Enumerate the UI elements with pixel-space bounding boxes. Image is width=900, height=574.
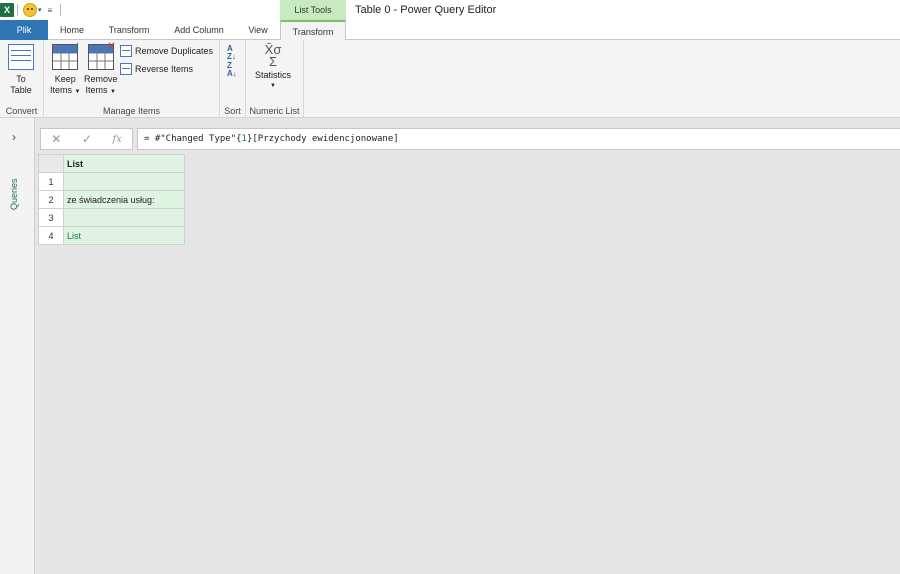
formula-suffix: }[Przychody ewidencjonowane]: [246, 134, 399, 144]
group-manage-items: ✓ Keep Items ▼ ✕ Remove Items ▼ Remove D…: [44, 40, 220, 118]
keep-items-button[interactable]: ✓ Keep Items ▼: [50, 41, 81, 98]
group-label-sort: Sort: [224, 106, 241, 116]
ribbon-tabs: Plik Home Transform Add Column View Tran…: [0, 20, 900, 41]
customize-qat-icon[interactable]: ≡: [48, 6, 53, 15]
tab-list-transform[interactable]: Transform: [280, 20, 346, 41]
row-number: 4: [38, 226, 64, 245]
table-row: 3: [38, 208, 185, 227]
group-label-numeric-list: Numeric List: [249, 106, 300, 116]
reverse-items-label: Reverse Items: [135, 64, 194, 74]
remove-items-icon: ✕: [87, 41, 116, 70]
reverse-items-button[interactable]: Reverse Items: [120, 63, 193, 75]
table-cell-list-link[interactable]: List: [63, 226, 185, 245]
tab-file[interactable]: Plik: [0, 20, 48, 40]
remove-items-label-1: Remove: [84, 74, 118, 84]
list-tools-context-header: List Tools: [280, 0, 346, 20]
statistics-button[interactable]: X̄σ Σ Statistics ▼: [255, 42, 292, 92]
chevron-down-icon: ▼: [270, 83, 276, 89]
corner-cell[interactable]: [38, 154, 64, 173]
formula-prefix: = #"Changed Type"{: [144, 134, 242, 144]
window-title: Table 0 - Power Query Editor: [355, 4, 497, 16]
keep-items-icon: ✓: [52, 41, 80, 70]
qat-separator: [60, 4, 62, 16]
remove-items-label-2: Items ▼: [85, 85, 116, 95]
title-bar: X ▾ ≡ List Tools Table 0 - Power Query E…: [0, 0, 900, 20]
row-number: 2: [38, 190, 64, 209]
formula-input[interactable]: = #"Changed Type"{1}[Przychody ewidencjo…: [137, 128, 900, 150]
remove-items-button[interactable]: ✕ Remove Items ▼: [84, 41, 118, 98]
table-cell[interactable]: [63, 172, 185, 191]
row-number: 3: [38, 208, 64, 227]
to-table-button[interactable]: To Table: [8, 44, 34, 96]
tab-transform[interactable]: Transform: [100, 20, 158, 40]
table-row: 1: [38, 172, 185, 191]
table-row: 2 ze świadczenia usług:: [38, 190, 185, 209]
column-header-list[interactable]: List: [63, 154, 185, 173]
keep-items-label-2: Items ▼: [50, 85, 81, 95]
chevron-down-icon: ▼: [74, 89, 81, 95]
grid-header-row: List: [38, 154, 185, 173]
table-cell[interactable]: [63, 208, 185, 227]
remove-duplicates-label: Remove Duplicates: [135, 46, 214, 56]
queries-pane-label[interactable]: Queries: [9, 166, 19, 222]
qat-separator: [17, 4, 18, 16]
table-cell[interactable]: ze świadczenia usług:: [63, 190, 185, 209]
row-number: 1: [38, 172, 64, 191]
remove-duplicates-button[interactable]: Remove Duplicates: [120, 45, 213, 57]
to-table-label-1: To: [16, 74, 26, 84]
formula-bar-buttons: ✕ ✓ fx: [40, 128, 133, 150]
ribbon: To Table Convert ✓ Keep Items ▼ ✕ Remove…: [0, 40, 900, 118]
to-table-label-2: Table: [10, 85, 32, 95]
chevron-down-icon[interactable]: ▾: [38, 6, 42, 14]
sort-ascending-icon[interactable]: A Z↓: [227, 45, 239, 61]
smiley-feedback-icon[interactable]: [23, 3, 37, 17]
chevron-right-icon[interactable]: ›: [12, 130, 16, 144]
tab-add-column[interactable]: Add Column: [163, 20, 235, 40]
table-row: 4 List: [38, 226, 185, 245]
statistics-icon: X̄σ Σ: [264, 42, 282, 69]
excel-icon[interactable]: X: [0, 3, 14, 17]
keep-items-label-1: Keep: [54, 74, 76, 84]
sort-descending-icon[interactable]: Z A↓: [227, 62, 239, 78]
group-numeric-list: X̄σ Σ Statistics ▼ Numeric List: [246, 40, 304, 118]
cancel-icon[interactable]: ✕: [51, 132, 61, 146]
reverse-items-icon: [120, 63, 132, 75]
group-convert: To Table Convert: [0, 40, 44, 118]
statistics-label: Statistics: [255, 70, 292, 80]
tab-home[interactable]: Home: [48, 20, 96, 40]
queries-pane: › Queries: [0, 118, 35, 574]
to-table-icon: [8, 44, 34, 70]
quick-access-toolbar: X ▾ ≡: [0, 0, 62, 20]
fx-icon[interactable]: fx: [112, 134, 121, 145]
remove-duplicates-icon: [120, 45, 132, 57]
data-grid: List 1 2 ze świadczenia usług: 3 4 List: [38, 154, 185, 245]
group-sort: A Z↓ Z A↓ Sort: [220, 40, 246, 118]
check-icon[interactable]: ✓: [82, 132, 92, 146]
group-label-convert: Convert: [5, 106, 38, 116]
tab-view[interactable]: View: [240, 20, 276, 40]
chevron-down-icon: ▼: [110, 89, 116, 95]
group-label-manage-items: Manage Items: [102, 106, 161, 116]
